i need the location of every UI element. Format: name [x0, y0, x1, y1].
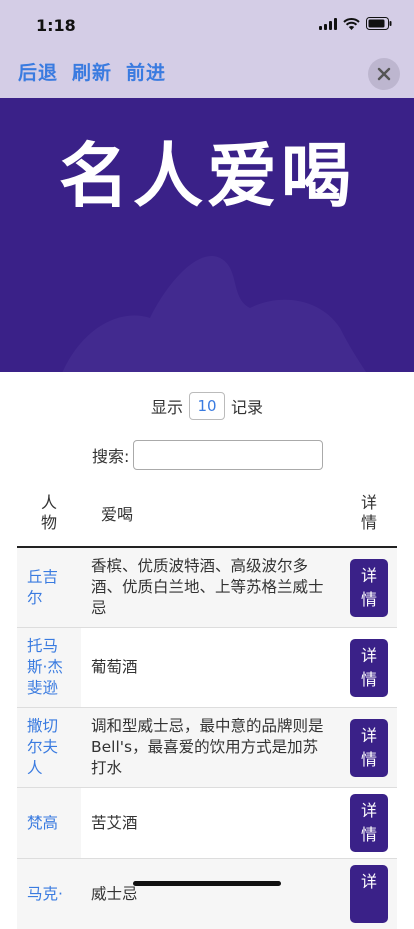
page-title: 名人爱喝	[0, 120, 414, 221]
table-header-row: 人物 爱喝 详情	[17, 480, 397, 547]
table-row: 撒切尔夫人 调和型威士忌，最中意的品牌则是Bell's，最喜爱的饮用方式是加苏打…	[17, 708, 397, 788]
drink-cell: 威士忌	[81, 859, 341, 929]
person-link[interactable]: 梵高	[17, 788, 81, 859]
drink-cell: 葡萄酒	[81, 628, 341, 708]
back-button[interactable]: 后退	[18, 58, 58, 85]
detail-button[interactable]: 详情	[350, 559, 388, 617]
signal-icon	[319, 18, 337, 30]
detail-button[interactable]: 详	[350, 865, 388, 923]
drink-cell: 香槟、优质波特酒、高级波尔多酒、优质白兰地、上等苏格兰威士忌	[81, 547, 341, 628]
hero-banner: 名人爱喝	[0, 98, 414, 372]
table-row: 托马斯·杰斐逊 葡萄酒 详情	[17, 628, 397, 708]
show-label: 显示	[151, 394, 183, 418]
records-label: 记录	[231, 394, 263, 418]
person-link[interactable]: 丘吉尔	[17, 547, 81, 628]
header-drink[interactable]: 爱喝	[81, 480, 341, 547]
search-control: 搜索:	[92, 440, 323, 470]
drink-cell: 苦艾酒	[81, 788, 341, 859]
close-icon	[377, 67, 391, 81]
wifi-icon	[343, 18, 360, 30]
home-indicator	[133, 881, 281, 886]
length-select[interactable]: 10	[189, 392, 225, 420]
detail-cell: 详情	[341, 628, 397, 708]
refresh-button[interactable]: 刷新	[72, 58, 112, 85]
detail-cell: 详情	[341, 788, 397, 859]
length-control: 显示 10 记录	[0, 392, 414, 420]
header-detail[interactable]: 详情	[341, 480, 397, 547]
status-icons	[319, 17, 392, 30]
search-label: 搜索:	[92, 443, 129, 467]
header-person[interactable]: 人物	[17, 480, 81, 547]
person-link[interactable]: 马克·	[17, 859, 81, 929]
drinks-table: 人物 爱喝 详情 丘吉尔 香槟、优质波特酒、高级波尔多酒、优质白兰地、上等苏格兰…	[17, 480, 397, 929]
detail-button[interactable]: 详情	[350, 639, 388, 697]
table-row: 马克· 威士忌 详	[17, 859, 397, 929]
detail-cell: 详	[341, 859, 397, 929]
person-link[interactable]: 撒切尔夫人	[17, 708, 81, 788]
browser-chrome: 1:18 后退 刷新 前进	[0, 0, 414, 98]
battery-icon	[366, 17, 392, 30]
close-button[interactable]	[368, 58, 400, 90]
table-row: 丘吉尔 香槟、优质波特酒、高级波尔多酒、优质白兰地、上等苏格兰威士忌 详情	[17, 547, 397, 628]
bottle-watermark-icon	[40, 238, 370, 372]
person-link[interactable]: 托马斯·杰斐逊	[17, 628, 81, 708]
detail-cell: 详情	[341, 708, 397, 788]
drink-cell: 调和型威士忌，最中意的品牌则是Bell's，最喜爱的饮用方式是加苏打水	[81, 708, 341, 788]
search-input[interactable]	[133, 440, 323, 470]
detail-button[interactable]: 详情	[350, 719, 388, 777]
detail-button[interactable]: 详情	[350, 794, 388, 852]
detail-cell: 详情	[341, 547, 397, 628]
table-row: 梵高 苦艾酒 详情	[17, 788, 397, 859]
status-time: 1:18	[36, 16, 76, 35]
forward-button[interactable]: 前进	[126, 58, 166, 85]
nav-toolbar: 后退 刷新 前进	[18, 58, 166, 85]
